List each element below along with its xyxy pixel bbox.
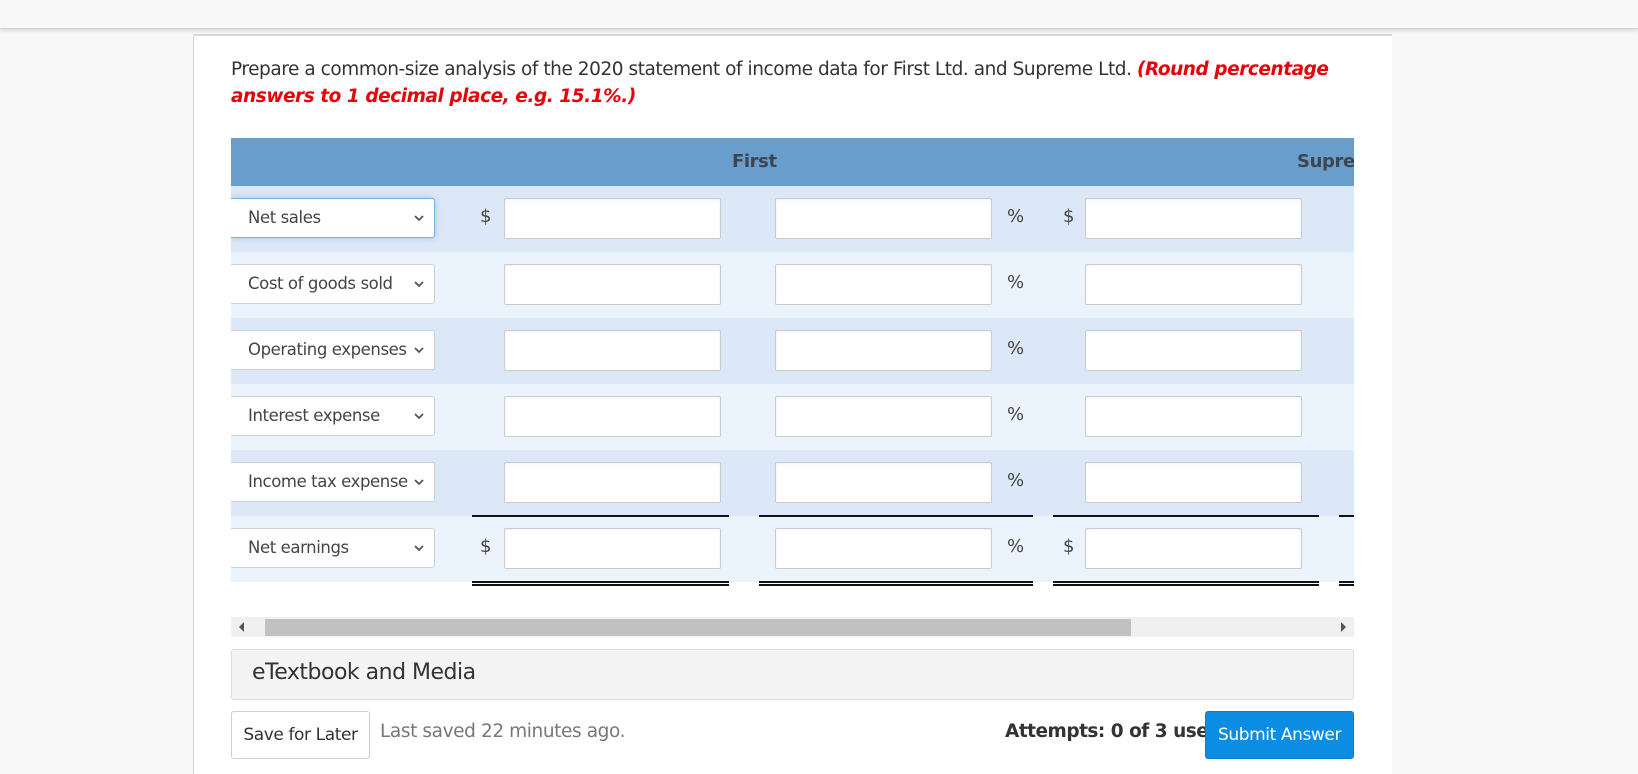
total-double-underline [759, 581, 1033, 586]
percent-symbol: % [1007, 272, 1025, 293]
row-label-select[interactable]: Cost of goods sold [231, 264, 435, 304]
row-label-select[interactable]: Income tax expense [231, 462, 435, 502]
currency-symbol: $ [1063, 206, 1075, 227]
row-label-select[interactable]: Operating expenses [231, 330, 435, 370]
percent-symbol: % [1007, 338, 1025, 359]
row-label-select[interactable]: Net sales [231, 198, 435, 238]
currency-symbol: $ [480, 536, 492, 557]
prompt-text: Prepare a common-size analysis of the 20… [231, 59, 1132, 80]
currency-symbol: $ [1063, 536, 1075, 557]
first-percent-input[interactable] [775, 198, 992, 239]
last-saved-status: Last saved 22 minutes ago. [380, 721, 626, 742]
attempts-counter: Attempts: 0 of 3 used [1005, 721, 1222, 742]
column-header-supreme: Supreme [1297, 151, 1354, 172]
first-amount-input[interactable] [504, 198, 721, 239]
total-double-underline [1339, 581, 1354, 586]
supreme-amount-input[interactable] [1085, 528, 1302, 569]
percent-symbol: % [1007, 536, 1025, 557]
first-percent-input[interactable] [775, 264, 992, 305]
table-row: Net sales $% $ [231, 186, 1354, 252]
currency-symbol: $ [480, 206, 492, 227]
row-label-select[interactable]: Net earnings [231, 528, 435, 568]
subtotal-underline [1053, 515, 1319, 517]
supreme-amount-input[interactable] [1085, 198, 1302, 239]
table-row: Interest expense% [231, 384, 1354, 450]
select-value: Operating expenses [248, 340, 407, 359]
table-row: Cost of goods sold% [231, 252, 1354, 318]
percent-symbol: % [1007, 404, 1025, 425]
select-value: Cost of goods sold [248, 274, 393, 293]
supreme-amount-input[interactable] [1085, 330, 1302, 371]
first-percent-input[interactable] [775, 528, 992, 569]
supreme-amount-input[interactable] [1085, 396, 1302, 437]
top-bar [0, 0, 1638, 29]
total-double-underline [472, 581, 729, 586]
chevron-down-icon [412, 474, 426, 488]
subtotal-underline [472, 515, 729, 517]
percent-symbol: % [1007, 470, 1025, 491]
horizontal-scrollbar[interactable] [231, 617, 1354, 637]
scrollbar-thumb[interactable] [265, 619, 1131, 636]
table-row: Income tax expense% [231, 450, 1354, 516]
first-amount-input[interactable] [504, 264, 721, 305]
total-double-underline [1053, 581, 1319, 586]
first-amount-input[interactable] [504, 462, 721, 503]
table-header: First Supreme [231, 138, 1354, 186]
first-percent-input[interactable] [775, 330, 992, 371]
first-amount-input[interactable] [504, 528, 721, 569]
table-row: Operating expenses% [231, 318, 1354, 384]
chevron-down-icon [412, 408, 426, 422]
select-value: Net earnings [248, 538, 349, 557]
subtotal-underline [1339, 515, 1354, 517]
etextbook-media-link[interactable]: eTextbook and Media [231, 649, 1354, 700]
scroll-left-arrow-icon[interactable] [239, 622, 244, 632]
question-prompt: Prepare a common-size analysis of the 20… [231, 56, 1361, 110]
column-header-first: First [732, 151, 777, 172]
first-percent-input[interactable] [775, 396, 992, 437]
supreme-amount-input[interactable] [1085, 462, 1302, 503]
first-amount-input[interactable] [504, 330, 721, 371]
submit-answer-button[interactable]: Submit Answer [1205, 711, 1354, 759]
subtotal-underline [759, 515, 1033, 517]
chevron-down-icon [412, 540, 426, 554]
first-percent-input[interactable] [775, 462, 992, 503]
chevron-down-icon [412, 342, 426, 356]
save-for-later-button[interactable]: Save for Later [231, 711, 370, 759]
select-value: Net sales [248, 208, 321, 227]
percent-symbol: % [1007, 206, 1025, 227]
income-table: First Supreme Net sales $% $ Cost of goods … [231, 138, 1354, 590]
table-row: Net earnings $% $ [231, 516, 1354, 582]
scroll-right-arrow-icon[interactable] [1341, 622, 1346, 632]
chevron-down-icon [412, 276, 426, 290]
row-label-select[interactable]: Interest expense [231, 396, 435, 436]
supreme-amount-input[interactable] [1085, 264, 1302, 305]
select-value: Income tax expense [248, 472, 408, 491]
first-amount-input[interactable] [504, 396, 721, 437]
chevron-down-icon [412, 210, 426, 224]
select-value: Interest expense [248, 406, 380, 425]
